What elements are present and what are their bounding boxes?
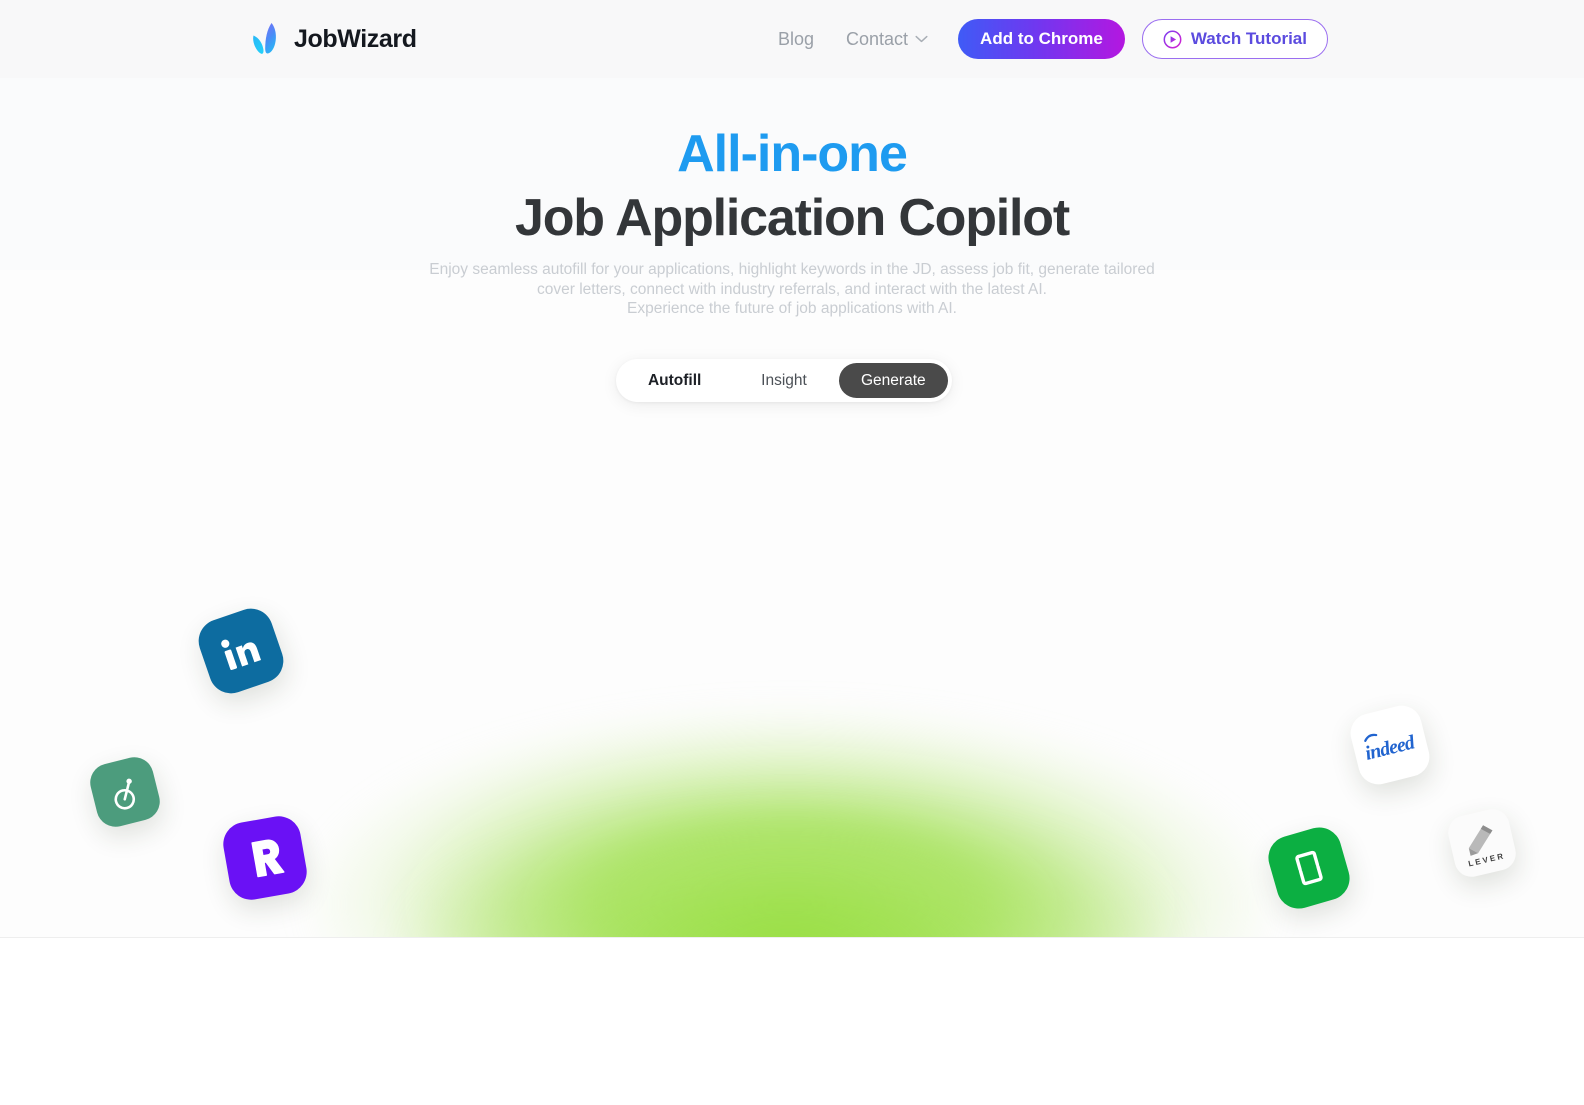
nav-link-contact-label: Contact [846, 28, 909, 49]
sprout-leaf-icon [253, 23, 276, 54]
nav-link-blog[interactable]: Blog [762, 29, 830, 50]
nav-link-contact[interactable]: Contact [830, 29, 942, 50]
below-fold-section [0, 938, 1584, 1105]
primary-nav: Blog Contact Add to Chrome Watch Tutoria… [762, 19, 1328, 59]
brand-name: JobWizard [294, 24, 417, 53]
hero-subtitle: Enjoy seamless autofill for your applica… [0, 260, 1584, 319]
rippling-r-icon [251, 839, 285, 878]
indeed-icon: indeed [1363, 731, 1418, 765]
tab-insight[interactable]: Insight [729, 363, 838, 398]
watch-tutorial-label: Watch Tutorial [1190, 29, 1307, 48]
feature-tab-switcher: Autofill Insight Generate [616, 359, 952, 402]
brand-logo[interactable]: JobWizard [249, 20, 417, 58]
hero-headline: All-in-one Job Application Copilot [0, 126, 1584, 246]
subtitle-line-2: cover letters, connect with industry ref… [536, 280, 1047, 298]
glassdoor-g-icon [114, 778, 136, 810]
logo-tile-rippling [219, 812, 311, 904]
tab-generate[interactable]: Generate [838, 363, 948, 398]
greenhouse-icon [1295, 850, 1323, 886]
landing-page: indeed LEVER JobWizard Blog Contact Add … [0, 0, 1584, 1105]
add-to-chrome-label: Add to Chrome [980, 29, 1103, 48]
hero-section: indeed LEVER JobWizard Blog Contact Add … [0, 0, 1584, 938]
play-circle-icon [1163, 30, 1182, 48]
tab-autofill[interactable]: Autofill [620, 363, 729, 398]
add-to-chrome-button[interactable]: Add to Chrome [958, 19, 1125, 59]
headline-line-2: Job Application Copilot [515, 189, 1070, 248]
site-header: JobWizard Blog Contact Add to Chrome Wat… [0, 0, 1584, 78]
subtitle-line-1: Enjoy seamless autofill for your applica… [429, 261, 1155, 278]
headline-line-1: All-in-one [677, 125, 908, 183]
chevron-down-icon [915, 35, 928, 43]
lever-icon: LEVER [1467, 825, 1506, 868]
watch-tutorial-button[interactable]: Watch Tutorial [1141, 19, 1328, 59]
subtitle-line-3: Experience the future of job application… [626, 300, 957, 317]
linkedin-icon [221, 639, 262, 671]
